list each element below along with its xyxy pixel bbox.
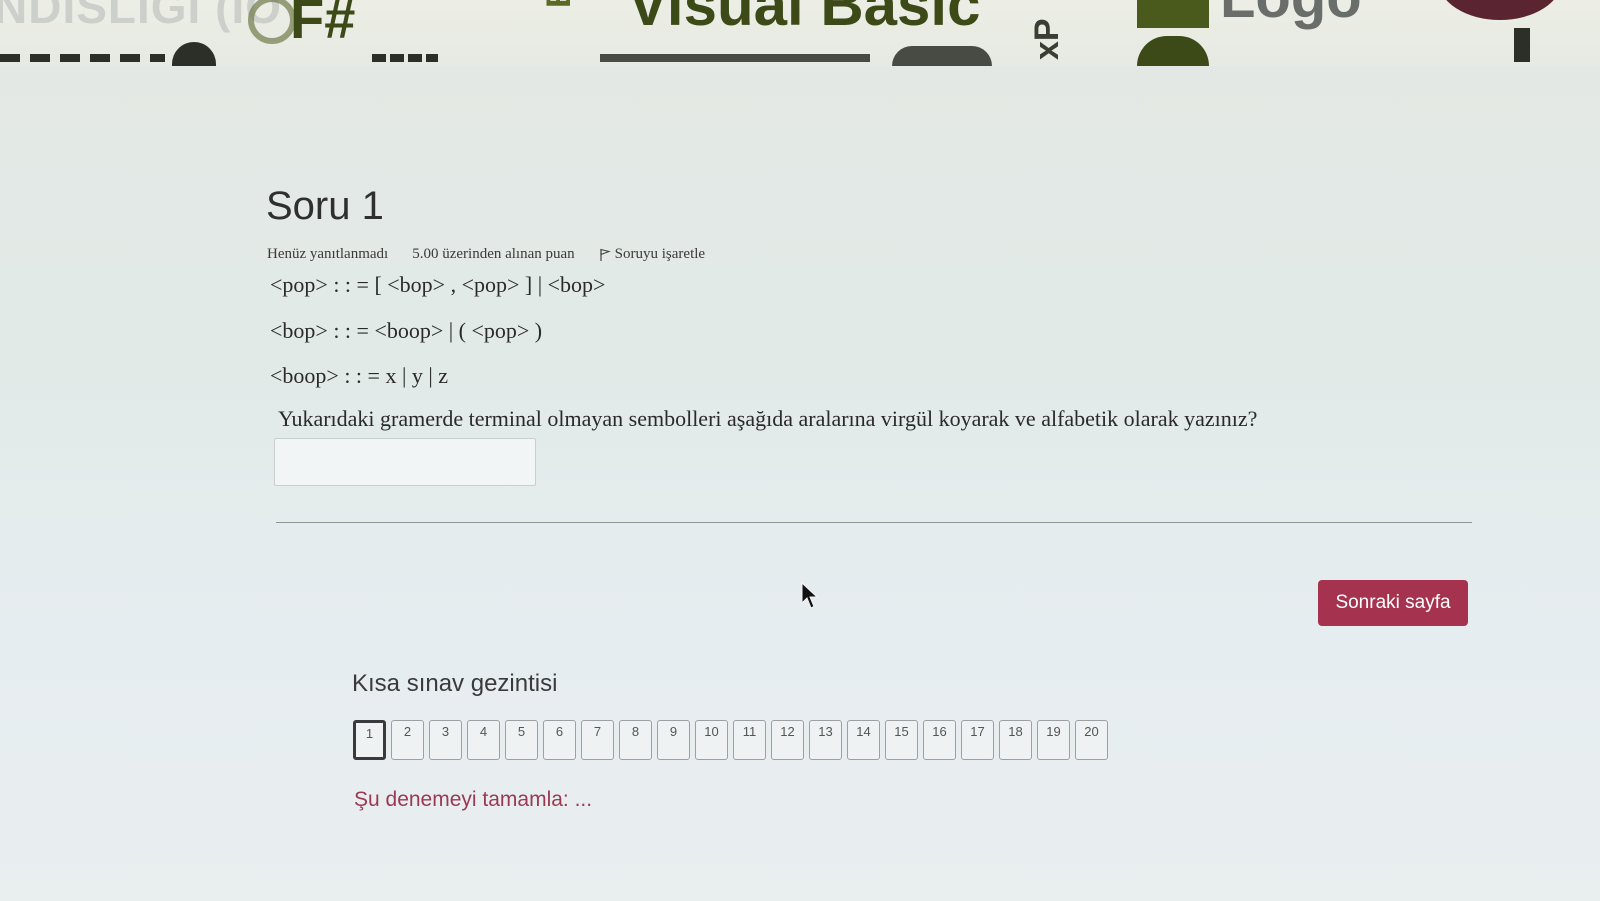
quiz-navigation-grid: 1 2 3 4 5 6 7 8 9 10 11 12 13 14 15 16 1… (353, 720, 1108, 760)
next-page-button[interactable]: Sonraki sayfa (1318, 580, 1468, 626)
quiz-nav-button-4[interactable]: 4 (467, 720, 500, 760)
finish-attempt-link[interactable]: Şu denemeyi tamamla: ... (354, 788, 592, 812)
flag-question-link[interactable]: Soruyu işaretle (599, 246, 705, 263)
answer-input[interactable] (274, 438, 536, 486)
question-prompt: Yukarıdaki gramerde terminal olmayan sem… (278, 406, 1258, 431)
quiz-navigation-title: Kısa sınav gezintisi (352, 670, 558, 697)
quiz-nav-button-2[interactable]: 2 (391, 720, 424, 760)
question-info: Henüz yanıtlanmadı 5.00 üzerinden alınan… (267, 246, 705, 263)
banner-bar-dark (1514, 28, 1530, 62)
banner-word-3: Visual Basic (628, 0, 981, 38)
flag-question-label: Soruyu işaretle (614, 246, 706, 262)
quiz-nav-button-16[interactable]: 16 (923, 720, 956, 760)
header-banner: NDISLIGI (IO F# Visual Basic Logo Ed xP (0, 0, 1600, 66)
quiz-nav-button-8[interactable]: 8 (619, 720, 652, 760)
flag-icon (600, 248, 611, 261)
quiz-nav-button-6[interactable]: 6 (543, 720, 576, 760)
quiz-nav-button-13[interactable]: 13 (809, 720, 842, 760)
quiz-nav-button-12[interactable]: 12 (771, 720, 804, 760)
banner-dashes-left (0, 54, 165, 62)
banner-shape-d (172, 42, 216, 66)
banner-ring-shape (248, 0, 296, 44)
quiz-nav-button-17[interactable]: 17 (961, 720, 994, 760)
grammar-line-2: <bop> : : = <boop> | ( <pop> ) (270, 318, 543, 343)
quiz-nav-button-7[interactable]: 7 (581, 720, 614, 760)
banner-dashes-mid (372, 54, 438, 62)
banner-word-4: Logo (1220, 0, 1362, 31)
banner-shape-arch (1137, 36, 1209, 66)
banner-word-6: xP (1028, 18, 1066, 60)
banner-word-2: F# (290, 0, 356, 50)
quiz-nav-button-19[interactable]: 19 (1037, 720, 1070, 760)
quiz-nav-button-9[interactable]: 9 (657, 720, 690, 760)
divider (276, 522, 1472, 523)
question-points: 5.00 üzerinden alınan puan (412, 246, 575, 262)
question-status: Henüz yanıtlanmadı (267, 246, 389, 262)
banner-word-5: Ed (540, 0, 579, 8)
quiz-nav-button-18[interactable]: 18 (999, 720, 1032, 760)
quiz-nav-button-15[interactable]: 15 (885, 720, 918, 760)
grammar-line-1: <pop> : : = [ <bop> , <pop> ] | <bop> (270, 272, 606, 297)
quiz-nav-button-11[interactable]: 11 (733, 720, 766, 760)
banner-shape-sql (892, 46, 992, 66)
banner-line-tsql (600, 54, 870, 62)
quiz-nav-button-14[interactable]: 14 (847, 720, 880, 760)
question-title: Soru 1 (266, 184, 384, 228)
mouse-cursor-icon (801, 582, 819, 609)
banner-word-1: NDISLIGI (IO (0, 0, 282, 33)
quiz-nav-button-10[interactable]: 10 (695, 720, 728, 760)
quiz-nav-button-3[interactable]: 3 (429, 720, 462, 760)
banner-block-green (1137, 0, 1209, 28)
banner-circle-maroon (1438, 0, 1562, 20)
quiz-nav-button-20[interactable]: 20 (1075, 720, 1108, 760)
grammar-line-3: <boop> : : = x | y | z (270, 363, 449, 388)
quiz-nav-button-5[interactable]: 5 (505, 720, 538, 760)
quiz-nav-button-1[interactable]: 1 (353, 720, 386, 760)
